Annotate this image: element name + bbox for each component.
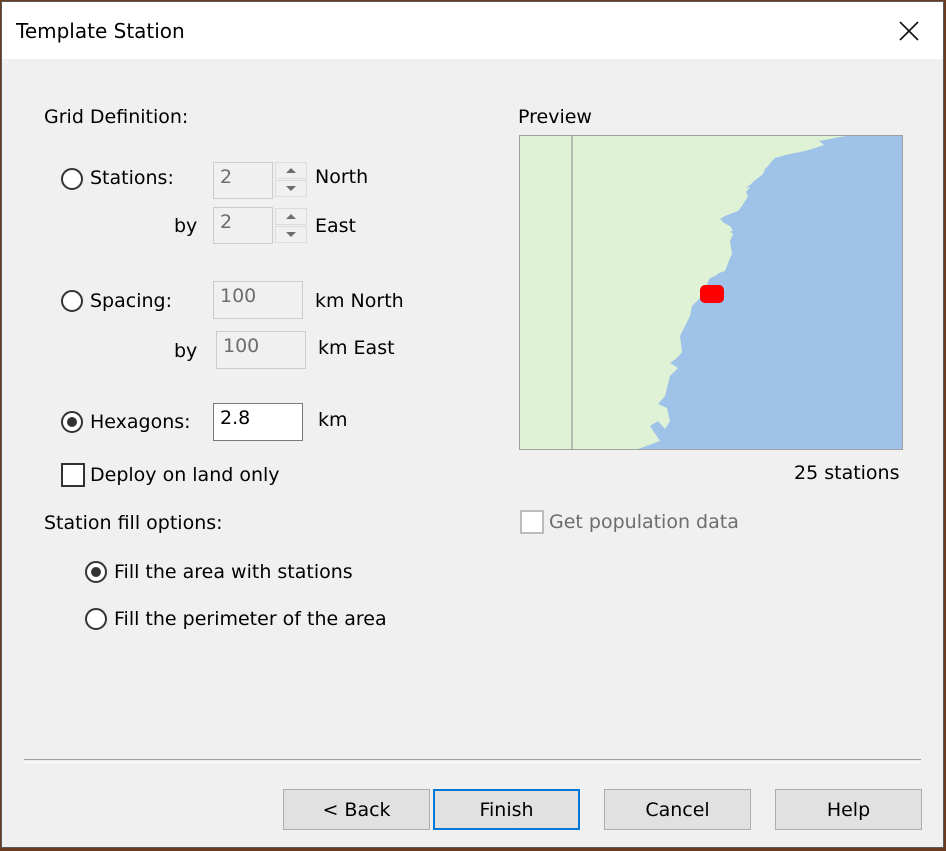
spacing-north-input[interactable]: 100 (213, 281, 303, 319)
arrow-up-icon (286, 168, 296, 173)
help-button[interactable]: Help (775, 789, 922, 830)
station-cluster (700, 285, 724, 303)
fill-perimeter-radio[interactable] (85, 608, 107, 630)
spin-down-button[interactable] (275, 180, 307, 197)
back-button[interactable]: < Back (283, 789, 430, 830)
hexagons-size-input[interactable]: 2.8 (213, 403, 303, 441)
spin-up-button[interactable] (275, 162, 307, 179)
arrow-down-icon (286, 186, 296, 191)
fill-area-radio[interactable] (85, 561, 107, 583)
map-canvas (520, 136, 902, 449)
close-button[interactable] (875, 2, 943, 59)
station-count: 25 stations (794, 462, 900, 484)
help-button-label: Help (826, 798, 871, 821)
cancel-button-label: Cancel (645, 798, 710, 821)
spin-down-button[interactable] (275, 226, 307, 243)
arrow-up-icon (286, 214, 296, 219)
stations-north-spinner[interactable] (275, 162, 307, 198)
population-data-checkbox[interactable] (520, 510, 544, 534)
finish-button-label: Finish (479, 798, 534, 821)
finish-button[interactable]: Finish (433, 789, 580, 830)
hexagons-unit: km (318, 409, 348, 431)
population-data-label: Get population data (549, 511, 739, 533)
separator (24, 759, 921, 763)
hexagons-label: Hexagons: (90, 411, 191, 433)
template-station-dialog: Template Station Grid Definition: Statio… (1, 1, 944, 848)
back-button-label: < Back (322, 798, 391, 821)
fill-area-label: Fill the area with stations (114, 561, 353, 583)
dialog-title: Template Station (16, 19, 185, 43)
stations-north-unit: North (315, 166, 369, 188)
deploy-land-only-checkbox[interactable] (61, 463, 85, 487)
cancel-button[interactable]: Cancel (604, 789, 751, 830)
close-icon (899, 20, 919, 41)
stations-east-unit: East (315, 215, 356, 237)
spacing-north-unit: km North (315, 290, 404, 312)
preview-map (519, 135, 903, 450)
spin-up-button[interactable] (275, 208, 307, 225)
stations-east-spinner[interactable] (275, 208, 307, 244)
title-bar: Template Station (2, 2, 943, 59)
stations-by-label: by (174, 215, 198, 237)
spacing-east-input[interactable]: 100 (216, 331, 306, 369)
stations-label: Stations: (90, 167, 174, 189)
stations-north-input[interactable]: 2 (213, 162, 273, 199)
spacing-by-label: by (174, 340, 198, 362)
stations-east-input[interactable]: 2 (213, 207, 273, 244)
spacing-label: Spacing: (90, 290, 172, 312)
spacing-radio[interactable] (61, 290, 83, 312)
hexagons-radio[interactable] (61, 411, 83, 433)
preview-label: Preview (518, 106, 592, 128)
grid-definition-heading: Grid Definition: (44, 106, 189, 128)
stations-radio[interactable] (61, 168, 83, 190)
arrow-down-icon (286, 232, 296, 237)
fill-perimeter-label: Fill the perimeter of the area (114, 608, 387, 630)
spacing-east-unit: km East (318, 337, 395, 359)
deploy-land-only-label: Deploy on land only (90, 464, 280, 486)
station-fill-heading: Station fill options: (44, 512, 223, 534)
